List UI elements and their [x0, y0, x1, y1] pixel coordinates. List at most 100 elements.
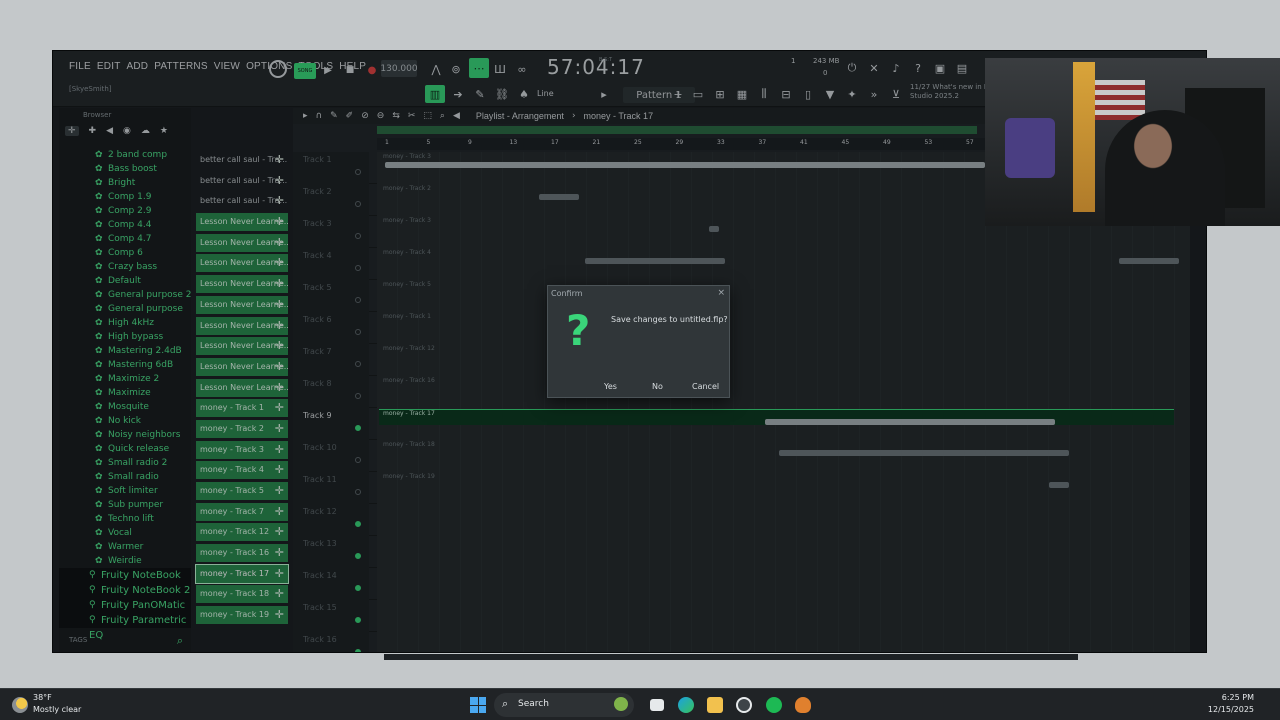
track-mute-icon[interactable]	[355, 489, 361, 495]
track-header[interactable]: Track 4	[293, 248, 369, 280]
arrow-right-small-icon[interactable]: ▸	[597, 87, 611, 101]
track-mute-icon[interactable]	[355, 649, 361, 652]
tags-label[interactable]: TAGS	[69, 636, 87, 644]
save-icon[interactable]: ▣	[933, 61, 947, 75]
weather-temperature[interactable]: 38°F	[33, 693, 52, 702]
tempo-display[interactable]: 130.000	[380, 60, 418, 77]
record-button[interactable]: ●	[365, 63, 379, 77]
preset-item[interactable]: ✿ Noisy neighbors	[59, 428, 191, 442]
clip-source-item[interactable]: Lesson Never Learne... ✛	[196, 233, 288, 252]
menu-file[interactable]: FILE	[69, 61, 91, 72]
power-icon[interactable]: ⏻	[845, 61, 859, 75]
wand-icon[interactable]: ✦	[845, 87, 859, 101]
plugin-item[interactable]: ⚲ Fruity PanOMatic	[59, 598, 191, 613]
playlist-scrollbar[interactable]	[377, 126, 977, 134]
playlist-clip[interactable]: money - Track 19	[379, 473, 1174, 489]
arrow-right-icon[interactable]: ➔	[451, 87, 465, 101]
add-clip-icon[interactable]: ✛	[275, 503, 284, 521]
weather-description[interactable]: Mostly clear	[33, 705, 81, 714]
track-lane[interactable]	[377, 536, 1190, 568]
clip-source-item[interactable]: better call saul - Tra... ✛	[196, 192, 288, 210]
preset-item[interactable]: ✿ Mastering 6dB	[59, 358, 191, 372]
track-lane[interactable]	[377, 568, 1190, 600]
add-clip-icon[interactable]: ✛	[275, 254, 284, 272]
mixer-icon[interactable]: ✕	[867, 61, 881, 75]
playlist-clip[interactable]: money - Track 5	[379, 281, 1174, 297]
track-header[interactable]: Track 2	[293, 184, 369, 216]
track-header[interactable]: Track 14	[293, 568, 369, 600]
step-edit-icon[interactable]: Ш	[493, 62, 507, 76]
preset-item[interactable]: ✿ High bypass	[59, 330, 191, 344]
clip-source-item[interactable]: better call saul - Tra... ✛	[196, 151, 288, 169]
fl-fruit-icon[interactable]	[795, 697, 811, 713]
clock-time[interactable]: 6:25 PM	[1222, 693, 1254, 702]
paint-icon[interactable]: ✐	[346, 111, 354, 121]
add-clip-icon[interactable]: ✛	[275, 420, 284, 438]
file-explorer-icon[interactable]	[707, 697, 723, 713]
track-mute-icon[interactable]	[355, 521, 361, 527]
clip-source-item[interactable]: better call saul - Tra... ✛	[196, 172, 288, 190]
delete-icon[interactable]: ⊘	[361, 111, 369, 121]
task-view-icon[interactable]	[650, 699, 664, 711]
track-mute-icon[interactable]	[355, 265, 361, 271]
preset-item[interactable]: ✿ Comp 1.9	[59, 190, 191, 204]
metronome-icon[interactable]: ⋀	[429, 62, 443, 76]
play-button[interactable]: ▶	[321, 63, 335, 77]
playlist-clip[interactable]: money - Track 16	[379, 377, 1174, 393]
fl-studio-taskbar-icon[interactable]	[736, 697, 752, 713]
add-clip-icon[interactable]: ✛	[275, 585, 284, 603]
touch-keyboard-icon[interactable]: ▼	[823, 87, 837, 101]
clip-source-item[interactable]: Lesson Never Learne... ✛	[196, 295, 288, 314]
clip-source-item[interactable]: money - Track 16 ✛	[196, 544, 288, 563]
track-mute-icon[interactable]	[355, 329, 361, 335]
countdown-icon[interactable]: ⋯	[469, 58, 489, 78]
add-clip-icon[interactable]: ✛	[275, 544, 284, 562]
track-lane[interactable]	[377, 632, 1190, 652]
select-icon[interactable]: ⬚	[423, 111, 432, 121]
browser-disc-icon[interactable]: ◉	[123, 126, 131, 136]
playlist-clip[interactable]: money - Track 4	[379, 249, 1179, 265]
playlist-clip[interactable]: money - Track 18	[379, 441, 1174, 457]
track-mute-icon[interactable]	[355, 553, 361, 559]
edge-icon[interactable]	[678, 697, 694, 713]
playlist-clip[interactable]: money - Track 1	[379, 313, 1174, 329]
browser-star-icon[interactable]: ★	[160, 126, 168, 136]
cancel-button[interactable]: Cancel	[692, 382, 719, 391]
add-clip-icon[interactable]: ✛	[275, 379, 284, 397]
clip-source-item[interactable]: money - Track 5 ✛	[196, 482, 288, 500]
clip-source-item[interactable]: Lesson Never Learne... ✛	[196, 213, 288, 232]
add-pattern-icon[interactable]: +	[671, 87, 685, 101]
magnet-icon[interactable]: ∩	[316, 111, 323, 121]
track-header[interactable]: Track 1	[293, 152, 369, 184]
preset-item[interactable]: ✿ Vocal	[59, 526, 191, 540]
add-clip-icon[interactable]: ✛	[275, 151, 284, 169]
plugin-item[interactable]: ⚲ Fruity NoteBook	[59, 568, 191, 583]
preset-item[interactable]: ✿ Warmer	[59, 540, 191, 554]
preset-item[interactable]: ✿ Bass boost	[59, 162, 191, 176]
add-clip-icon[interactable]: ✛	[275, 565, 284, 583]
preset-item[interactable]: ✿ Maximize	[59, 386, 191, 400]
preset-item[interactable]: ✿ High 4kHz	[59, 316, 191, 330]
preset-item[interactable]: ✿ No kick	[59, 414, 191, 428]
track-header[interactable]: Track 6	[293, 312, 369, 344]
clip-source-item[interactable]: Lesson Never Learne... ✛	[196, 254, 288, 273]
clip-source-item[interactable]: money - Track 17 ✛	[195, 563, 289, 584]
preset-item[interactable]: ✿ Quick release	[59, 442, 191, 456]
preset-item[interactable]: ✿ Sub pumper	[59, 498, 191, 512]
stamp-icon[interactable]: ♠	[517, 87, 531, 101]
clip-source-item[interactable]: money - Track 4 ✛	[196, 461, 288, 480]
preset-item[interactable]: ✿ 2 band comp	[59, 148, 191, 162]
add-clip-icon[interactable]: ✛	[275, 234, 284, 252]
preset-item[interactable]: ✿ Soft limiter	[59, 484, 191, 498]
taskbar-search[interactable]: ⌕ Search	[494, 693, 634, 717]
preset-item[interactable]: ✿ Small radio 2	[59, 456, 191, 470]
menu-patterns[interactable]: PATTERNS	[154, 61, 207, 72]
track-header[interactable]: Track 7	[293, 344, 369, 376]
clip-source-item[interactable]: money - Track 3 ✛	[196, 440, 288, 459]
windows-start-icon[interactable]	[470, 697, 486, 713]
play-arrow-icon[interactable]: ▸	[303, 111, 308, 121]
add-clip-icon[interactable]: ✛	[275, 358, 284, 376]
mixer-view-icon[interactable]: ⫼	[757, 87, 771, 101]
mute-icon[interactable]: ⊖	[377, 111, 385, 121]
menu-view[interactable]: VIEW	[214, 61, 240, 72]
